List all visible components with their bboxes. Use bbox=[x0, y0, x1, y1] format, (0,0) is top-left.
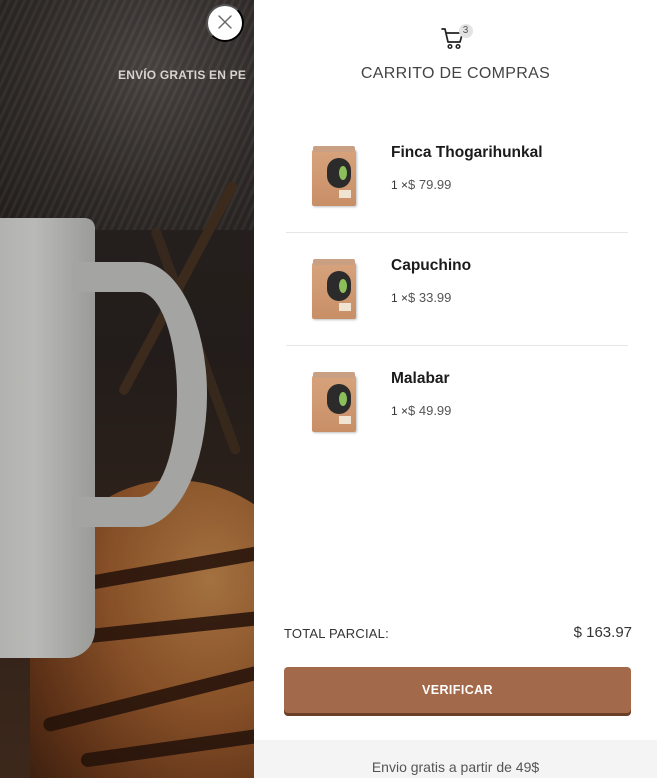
close-cart-button[interactable] bbox=[206, 4, 244, 42]
product-price: $ 33.99 bbox=[408, 290, 452, 305]
product-qty-price: 1 ×$ 49.99 bbox=[391, 403, 451, 418]
bag-tag bbox=[339, 303, 351, 311]
cart-item: Malabar 1 ×$ 49.99 bbox=[286, 346, 628, 459]
cart-title: CARRITO DE COMPRAS bbox=[360, 65, 551, 82]
bag-tag bbox=[339, 416, 351, 424]
subtotal-value: $ 163.97 bbox=[573, 624, 632, 641]
product-qty: 1 × bbox=[391, 404, 409, 418]
product-price: $ 49.99 bbox=[408, 403, 452, 418]
product-name-link[interactable]: Malabar bbox=[391, 370, 450, 388]
cart-item: Capuchino 1 ×$ 33.99 bbox=[286, 233, 628, 346]
product-thumbnail[interactable] bbox=[312, 372, 358, 432]
cart-header: 3 CARRITO DE COMPRAS bbox=[254, 22, 657, 83]
cart-icon-wrapper: 3 bbox=[440, 22, 473, 50]
bag-leaf bbox=[339, 279, 347, 293]
free-shipping-banner: Envio gratis a partir de 49$ bbox=[254, 740, 657, 778]
cart-drawer: 3 CARRITO DE COMPRAS Finca Thogarihunkal… bbox=[254, 0, 657, 778]
product-qty: 1 × bbox=[391, 178, 409, 192]
product-name-link[interactable]: Capuchino bbox=[391, 257, 471, 275]
product-price: $ 79.99 bbox=[408, 177, 452, 192]
bag-tag bbox=[339, 190, 351, 198]
bag-seal bbox=[313, 372, 355, 378]
bag-leaf bbox=[339, 392, 347, 406]
checkout-button[interactable]: VERIFICAR bbox=[284, 667, 631, 713]
bag-seal bbox=[313, 146, 355, 152]
promo-banner-text: ENVÍO GRATIS EN PE bbox=[118, 68, 247, 82]
subtotal-label: TOTAL PARCIAL: bbox=[284, 626, 389, 641]
bag-leaf bbox=[339, 166, 347, 180]
cart-count-badge: 3 bbox=[458, 24, 473, 38]
product-name-link[interactable]: Finca Thogarihunkal bbox=[391, 144, 543, 162]
product-qty-price: 1 ×$ 79.99 bbox=[391, 177, 451, 192]
bag-seal bbox=[313, 259, 355, 265]
close-icon bbox=[217, 14, 233, 33]
cart-item: Finca Thogarihunkal 1 ×$ 79.99 bbox=[286, 120, 628, 233]
product-thumbnail[interactable] bbox=[312, 259, 358, 319]
hero-background: ENVÍO GRATIS EN PE bbox=[0, 0, 254, 778]
cart-items-list: Finca Thogarihunkal 1 ×$ 79.99 Capuchino… bbox=[286, 120, 628, 459]
product-qty-price: 1 ×$ 33.99 bbox=[391, 290, 451, 305]
dim-overlay[interactable] bbox=[0, 0, 254, 778]
product-thumbnail[interactable] bbox=[312, 146, 358, 206]
product-qty: 1 × bbox=[391, 291, 409, 305]
subtotal-row: TOTAL PARCIAL: $ 163.97 bbox=[284, 624, 632, 644]
